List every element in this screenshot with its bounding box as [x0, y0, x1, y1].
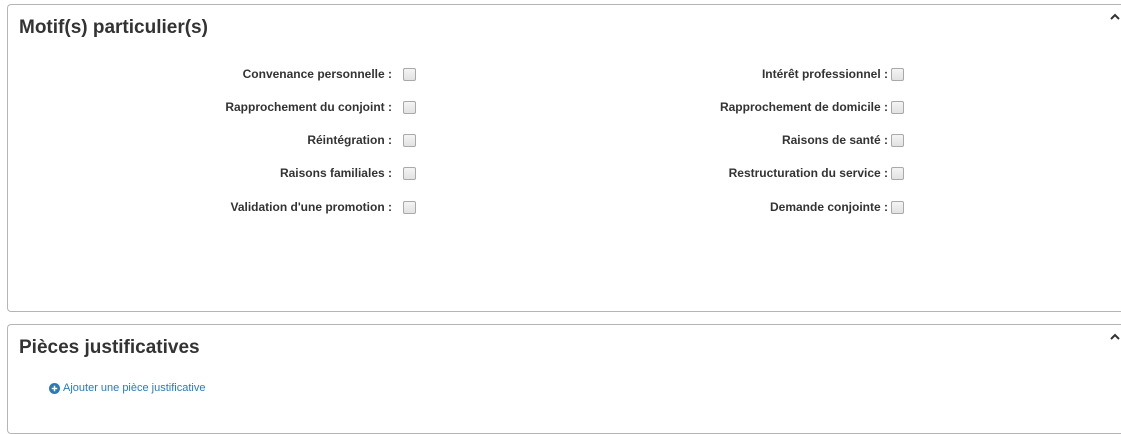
checkbox-rapprochement-conjoint[interactable] [403, 100, 416, 114]
checkbox-convenance-personnelle[interactable] [403, 67, 416, 81]
field-label: Rapprochement de domicile : [719, 100, 888, 114]
field-label: Raisons de santé : [781, 133, 888, 147]
field-reintegration: Réintégration : [258, 132, 416, 148]
field-restructuration-service: Restructuration du service : [668, 165, 904, 181]
motifs-panel: Motif(s) particulier(s) Convenance perso… [7, 4, 1121, 312]
checkbox-interet-professionnel[interactable] [891, 67, 904, 81]
field-label: Rapprochement du conjoint : [225, 100, 392, 114]
field-raisons-sante: Raisons de santé : [668, 132, 904, 148]
checkbox-reintegration[interactable] [403, 133, 416, 147]
motifs-panel-title: Motif(s) particulier(s) [19, 17, 208, 38]
field-convenance-personnelle: Convenance personnelle : [216, 66, 416, 82]
field-raisons-familiales: Raisons familiales : [238, 165, 416, 181]
chevron-up-icon[interactable] [1110, 12, 1120, 22]
plus-circle-icon [49, 382, 60, 394]
field-demande-conjointe: Demande conjointe : [668, 199, 904, 215]
field-label: Intérêt professionnel : [761, 67, 888, 81]
field-label: Demande conjointe : [769, 200, 888, 214]
checkbox-demande-conjointe[interactable] [891, 200, 904, 214]
pieces-panel: Pièces justificatives Ajouter une pièce … [7, 324, 1121, 434]
chevron-up-icon[interactable] [1110, 332, 1120, 342]
checkbox-restructuration-service[interactable] [891, 166, 904, 180]
field-label: Validation d'une promotion : [230, 200, 392, 214]
field-rapprochement-domicile: Rapprochement de domicile : [668, 99, 904, 115]
field-label: Convenance personnelle : [242, 67, 392, 81]
checkbox-validation-promotion[interactable] [403, 200, 416, 214]
checkbox-raisons-sante[interactable] [891, 133, 904, 147]
field-label: Restructuration du service : [728, 166, 888, 180]
pieces-panel-title: Pièces justificatives [19, 337, 200, 358]
checkbox-rapprochement-domicile[interactable] [891, 100, 904, 114]
field-interet-professionnel: Intérêt professionnel : [668, 66, 904, 82]
field-label: Réintégration : [307, 133, 392, 147]
field-validation-promotion: Validation d'une promotion : [188, 199, 416, 215]
checkbox-raisons-familiales[interactable] [403, 166, 416, 180]
field-rapprochement-conjoint: Rapprochement du conjoint : [188, 99, 416, 115]
field-label: Raisons familiales : [279, 166, 392, 180]
add-piece-link[interactable]: Ajouter une pièce justificative [49, 382, 205, 394]
add-piece-label: Ajouter une pièce justificative [63, 382, 206, 394]
